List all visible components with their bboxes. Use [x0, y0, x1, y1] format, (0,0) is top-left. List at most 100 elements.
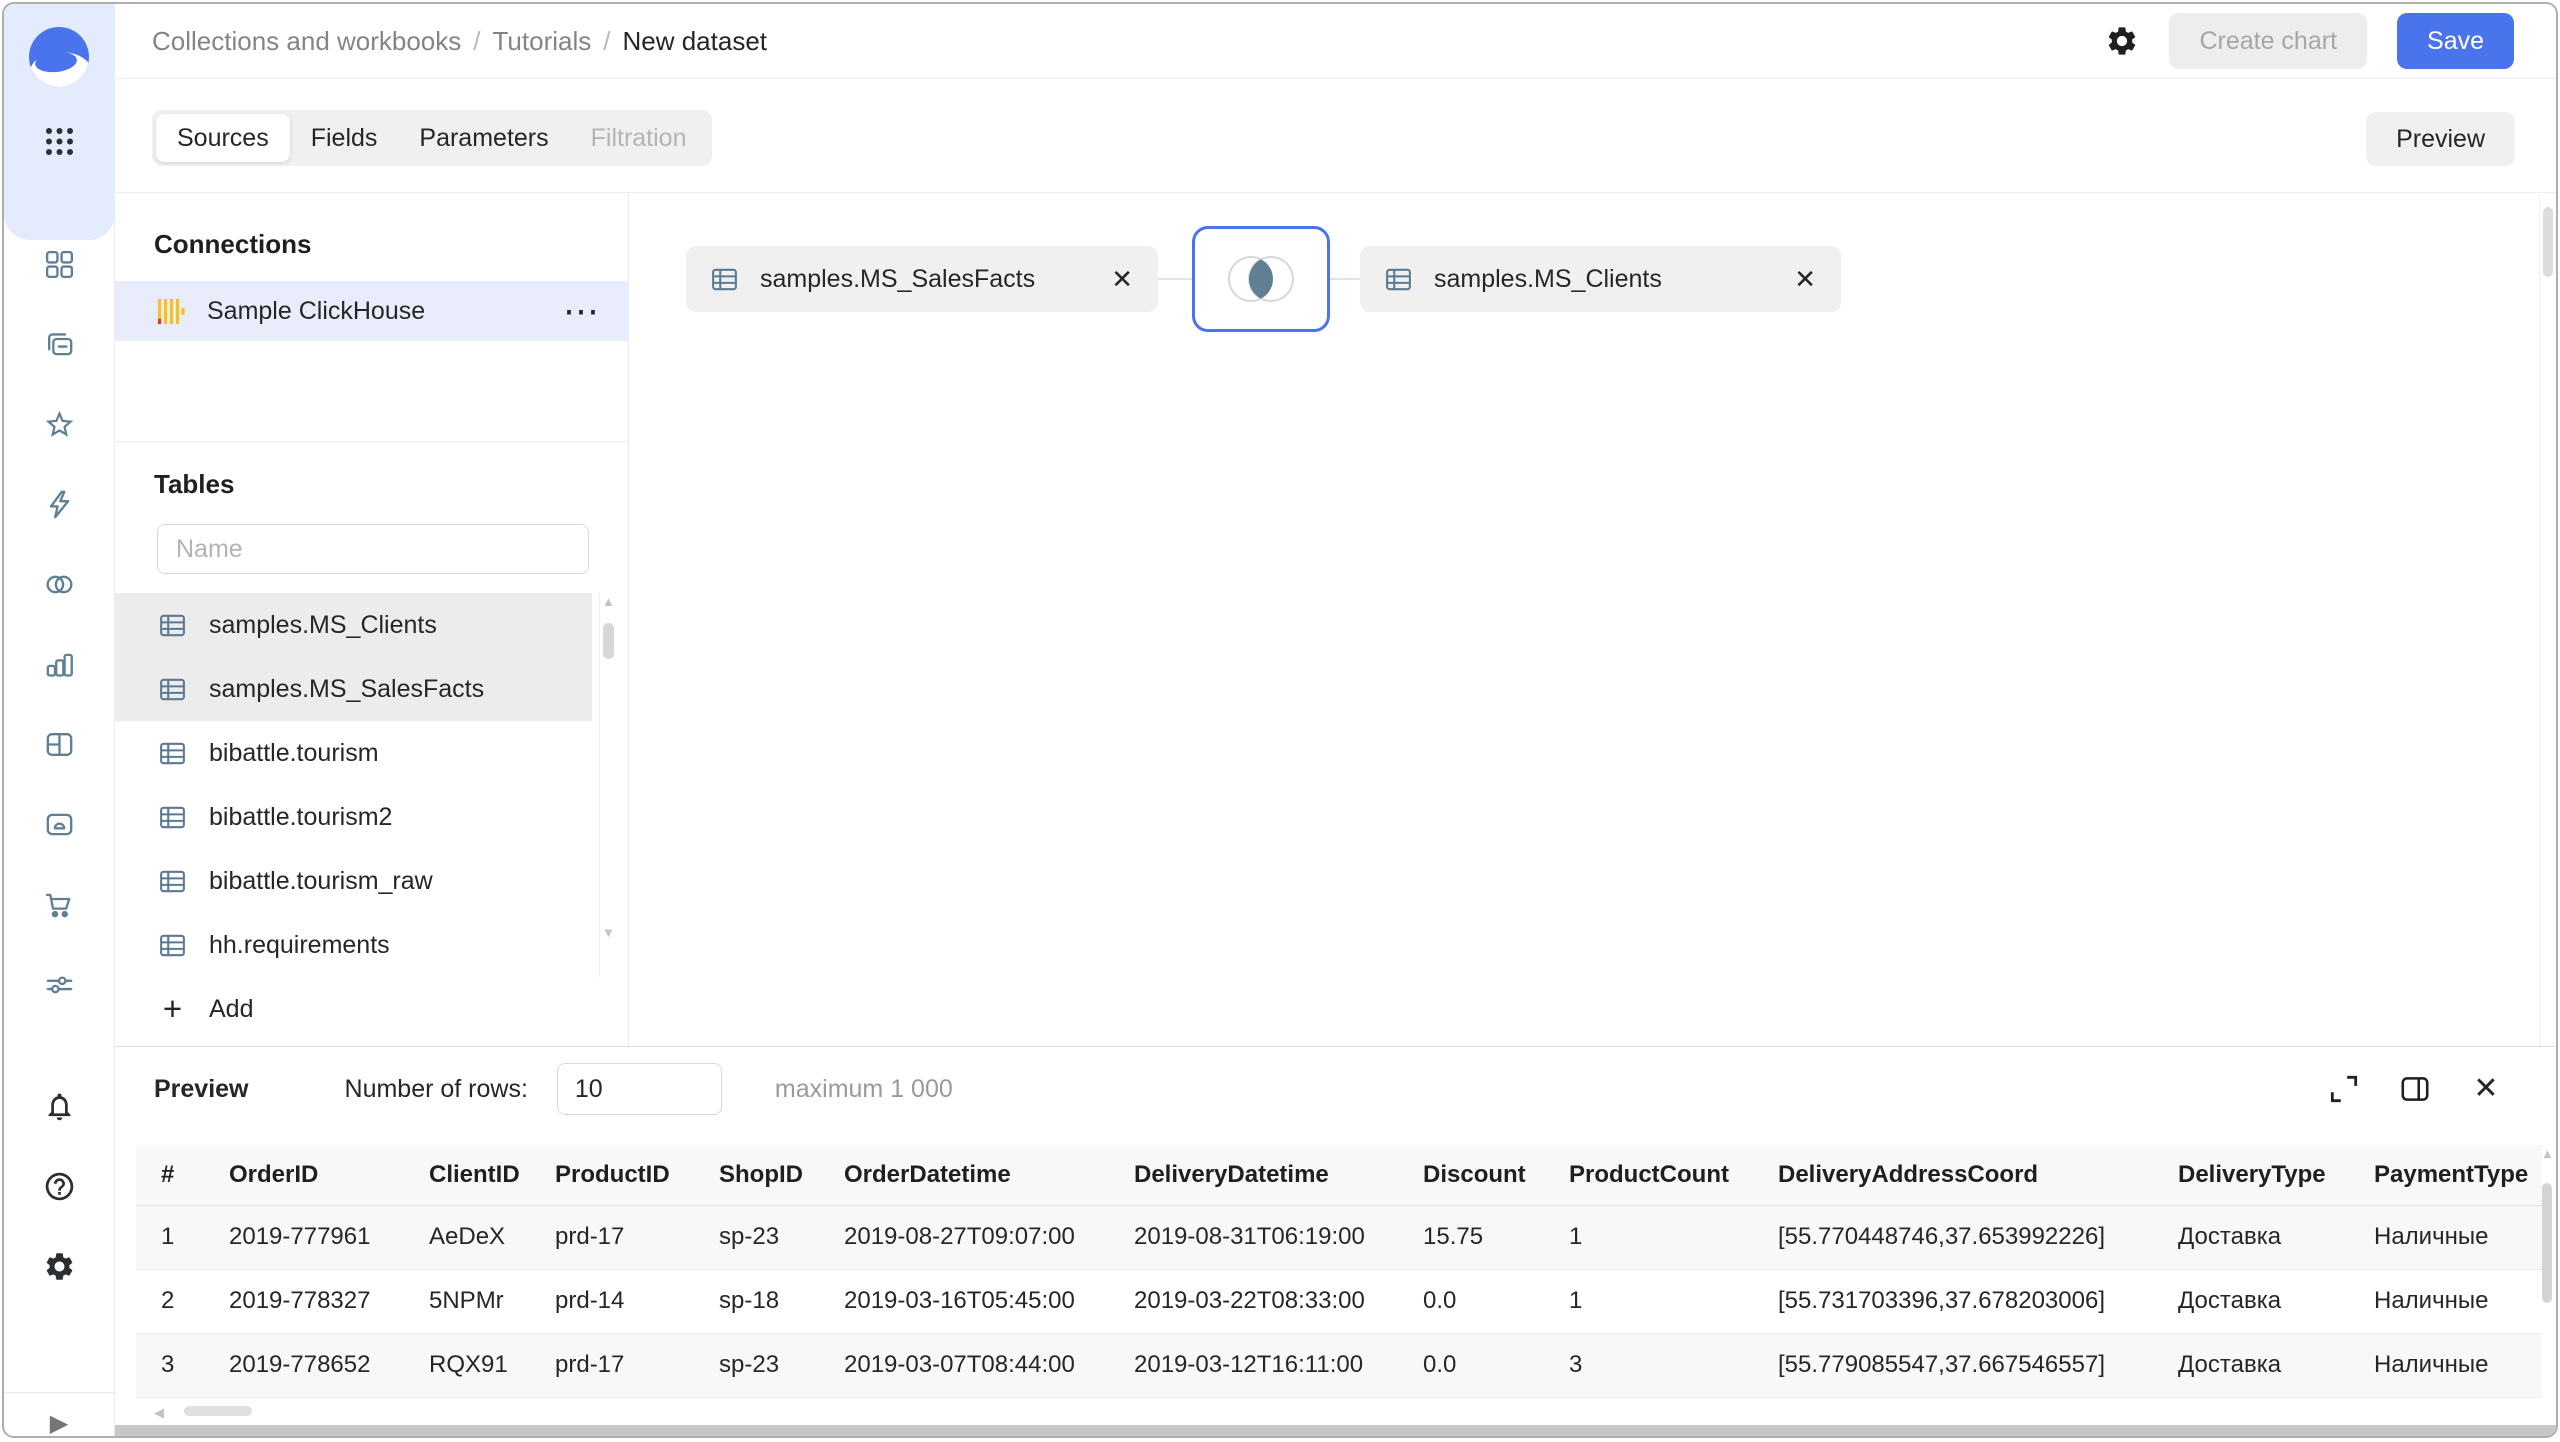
- breadcrumb-collections[interactable]: Collections and workbooks: [152, 26, 461, 57]
- cell-delivery-address-coord: [55.779085547,37.667546557]: [1753, 1333, 2153, 1397]
- dataset-settings-button[interactable]: [2105, 24, 2139, 58]
- tab-parameters[interactable]: Parameters: [398, 114, 569, 162]
- cell-product-count: 3: [1544, 1333, 1753, 1397]
- tab-filtration[interactable]: Filtration: [570, 114, 708, 162]
- cell-product-id: prd-17: [530, 1333, 694, 1397]
- table-list-item[interactable]: samples.MS_Clients: [115, 593, 592, 657]
- topbar: Collections and workbooks / Tutorials / …: [115, 4, 2556, 79]
- sidebar-item-settings[interactable]: [35, 1242, 83, 1290]
- column-header: DeliveryAddressCoord: [1753, 1145, 2153, 1205]
- cell-delivery-datetime: 2019-03-22T08:33:00: [1109, 1269, 1398, 1333]
- preview-close-button[interactable]: ✕: [2468, 1071, 2504, 1107]
- table-grid-icon: [157, 610, 188, 641]
- create-chart-button[interactable]: Create chart: [2169, 13, 2367, 69]
- table-list-item[interactable]: bibattle.tourism2: [115, 785, 592, 849]
- canvas-scrollbar: [2539, 195, 2555, 1046]
- sidebar-item-favorites[interactable]: [35, 400, 83, 448]
- rows-count-input[interactable]: [557, 1063, 722, 1115]
- breadcrumb-separator: /: [473, 26, 480, 57]
- preview-table: #OrderIDClientIDProductIDShopIDOrderDate…: [136, 1145, 2542, 1398]
- connection-menu-ellipsis-icon[interactable]: ⋯: [563, 301, 601, 321]
- tables-section-divider: [115, 441, 629, 442]
- app-switcher-grid-icon[interactable]: [44, 126, 75, 157]
- column-header: DeliveryType: [2153, 1145, 2349, 1205]
- cell-client-id: AeDeX: [404, 1205, 530, 1269]
- cell-row-number: 3: [136, 1333, 204, 1397]
- table-list-item[interactable]: bibattle.tourism: [115, 721, 592, 785]
- star-icon: [43, 408, 76, 441]
- scroll-up-icon[interactable]: ▲: [602, 595, 615, 608]
- column-header: OrderID: [204, 1145, 404, 1205]
- cell-discount: 0.0: [1398, 1333, 1544, 1397]
- sidebar-item-dashboards[interactable]: [35, 720, 83, 768]
- sidebar-item-collections[interactable]: [35, 320, 83, 368]
- column-header: PaymentType: [2349, 1145, 2542, 1205]
- connection-item-sample-clickhouse[interactable]: Sample ClickHouse ⋯: [115, 281, 629, 341]
- scrollbar-thumb[interactable]: [2543, 207, 2553, 277]
- join-connector-line: [1330, 278, 1360, 280]
- table-list-item[interactable]: samples.MS_SalesFacts: [115, 657, 592, 721]
- tab-fields[interactable]: Fields: [290, 114, 399, 162]
- inner-join-venn-icon: [1218, 249, 1304, 309]
- sidebar-item-help[interactable]: [35, 1162, 83, 1210]
- table-grid-icon: [157, 802, 188, 833]
- table-grid-icon: [157, 674, 188, 705]
- cell-order-id: 2019-778327: [204, 1269, 404, 1333]
- remove-source-icon[interactable]: ✕: [1081, 264, 1133, 295]
- add-table-button[interactable]: + Add: [115, 977, 592, 1041]
- shopping-cart-icon: [43, 888, 76, 921]
- scrollbar-thumb[interactable]: [603, 623, 614, 659]
- preview-horizontal-scrollbar: ◀: [136, 1403, 836, 1421]
- table-name: hh.requirements: [209, 931, 390, 960]
- sidebar-item-objects[interactable]: [35, 240, 83, 288]
- sidebar-item-marketplace[interactable]: [35, 880, 83, 928]
- rows-max-hint: maximum 1 000: [775, 1075, 953, 1104]
- tables-title: Tables: [154, 469, 234, 500]
- gear-icon: [2105, 24, 2139, 58]
- preview-split-view-button[interactable]: [2397, 1071, 2433, 1107]
- tables-list: samples.MS_Clients samples.MS_SalesFacts: [115, 593, 592, 977]
- cell-delivery-type: Доставка: [2153, 1269, 2349, 1333]
- scrollbar-thumb[interactable]: [184, 1406, 252, 1416]
- preview-fullscreen-button[interactable]: [2326, 1071, 2362, 1107]
- breadcrumb-tutorials[interactable]: Tutorials: [493, 26, 592, 57]
- remove-source-icon[interactable]: ✕: [1764, 264, 1816, 295]
- window-horizontal-scrollbar[interactable]: [4, 1425, 2556, 1436]
- datalens-logo-icon[interactable]: [27, 25, 91, 89]
- dataset-tabs: Sources Fields Parameters Filtration: [152, 110, 712, 166]
- table-name: samples.MS_SalesFacts: [209, 675, 484, 704]
- cell-row-number: 1: [136, 1205, 204, 1269]
- scroll-left-icon[interactable]: ◀: [154, 1405, 164, 1421]
- dashboard-grid-icon: [43, 728, 76, 761]
- cell-client-id: RQX91: [404, 1333, 530, 1397]
- table-row: 2 2019-778327 5NPMr prd-14 sp-18 2019-03…: [136, 1269, 2542, 1333]
- scroll-down-icon[interactable]: ▼: [602, 926, 615, 939]
- sidebar-item-connections[interactable]: [35, 480, 83, 528]
- cell-client-id: 5NPMr: [404, 1269, 530, 1333]
- toggle-preview-button[interactable]: Preview: [2366, 112, 2515, 166]
- join-type-button[interactable]: [1192, 226, 1330, 332]
- sidebar-item-notifications[interactable]: [35, 1082, 83, 1130]
- bar-chart-icon: [43, 648, 76, 681]
- scrollbar-thumb[interactable]: [2542, 1183, 2552, 1303]
- join-connector-line: [1158, 278, 1192, 280]
- bell-icon: [43, 1090, 76, 1123]
- sidebar-expand-icon[interactable]: ▶: [35, 1399, 83, 1438]
- cell-shop-id: sp-18: [694, 1269, 819, 1333]
- sidebar-item-storage[interactable]: [35, 800, 83, 848]
- source-chip-salesfacts[interactable]: samples.MS_SalesFacts ✕: [686, 246, 1158, 312]
- tab-sources[interactable]: Sources: [156, 114, 290, 162]
- sidebar-item-datasets[interactable]: [35, 560, 83, 608]
- preview-header: Preview Number of rows: maximum 1 000 ✕: [115, 1047, 2556, 1131]
- table-list-item[interactable]: hh.requirements: [115, 913, 592, 977]
- table-search-input[interactable]: [157, 524, 589, 574]
- table-list-item[interactable]: bibattle.tourism_raw: [115, 849, 592, 913]
- cell-shop-id: sp-23: [694, 1205, 819, 1269]
- source-chip-clients[interactable]: samples.MS_Clients ✕: [1360, 246, 1841, 312]
- sidebar-item-services[interactable]: [35, 960, 83, 1008]
- table-grid-icon: [157, 866, 188, 897]
- sidebar-item-charts[interactable]: [35, 640, 83, 688]
- cell-delivery-type: Доставка: [2153, 1205, 2349, 1269]
- save-button[interactable]: Save: [2397, 13, 2514, 69]
- scroll-up-icon[interactable]: ▲: [2541, 1147, 2554, 1160]
